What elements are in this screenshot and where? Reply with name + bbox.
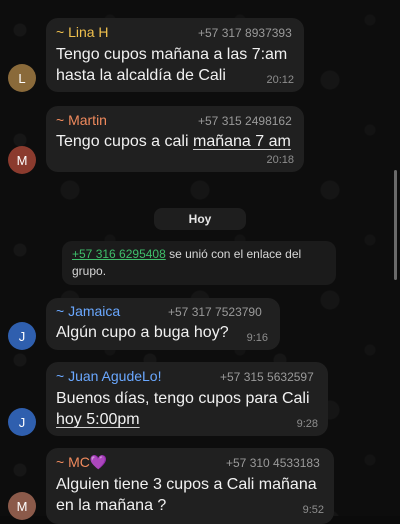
system-text: se unió con el enlace del (165, 247, 302, 261)
message-text-line: Alguien tiene 3 cupos a Cali mañana (56, 476, 317, 493)
sender-name[interactable]: ~ Juan AgudeLo! (56, 368, 162, 384)
message-text-line: en la mañana ? (56, 497, 167, 514)
sender-name[interactable]: ~ MC💜 (56, 454, 107, 471)
message-time: 9:28 (296, 418, 318, 430)
message-bubble[interactable]: ~ MC💜 +57 310 4533183 Alguien tiene 3 cu… (46, 448, 334, 524)
avatar[interactable]: L (8, 64, 36, 92)
message-bubble[interactable]: ~ Juan AgudeLo! +57 315 5632597 Buenos d… (46, 362, 328, 436)
sender-phone[interactable]: +57 315 2498162 (198, 114, 292, 128)
message-text-line: Tengo cupos mañana a las 7:am (56, 46, 288, 63)
message-time: 20:12 (266, 74, 294, 86)
message-time: 9:16 (246, 332, 268, 344)
sender-phone[interactable]: +57 315 5632597 (220, 370, 314, 384)
avatar[interactable]: M (8, 146, 36, 174)
system-phone-link[interactable]: +57 316 6295408 (72, 247, 166, 261)
scrollbar[interactable] (394, 170, 397, 280)
sender-name[interactable]: ~ Martin (56, 112, 107, 128)
sender-phone[interactable]: +57 310 4533183 (226, 456, 320, 470)
sender-phone[interactable]: +57 317 7523790 (168, 305, 262, 319)
message-bubble[interactable]: ~ Martin +57 315 2498162 Tengo cupos a c… (46, 106, 304, 172)
message-bubble[interactable]: ~ Jamaica +57 317 7523790 Algún cupo a b… (46, 298, 280, 350)
purple-heart-icon: 💜 (89, 454, 108, 470)
message-time: 20:18 (266, 154, 294, 166)
date-divider: Hoy (154, 208, 246, 230)
message-time: 9:52 (302, 504, 324, 516)
message-bubble[interactable]: ~ Lina H +57 317 8937393 Tengo cupos mañ… (46, 18, 304, 92)
message-text-line: Tengo cupos a cali mañana 7 am (56, 131, 291, 152)
system-message: +57 316 6295408 se unió con el enlace de… (62, 241, 336, 285)
sender-phone[interactable]: +57 317 8937393 (198, 26, 292, 40)
avatar[interactable]: J (8, 408, 36, 436)
avatar[interactable]: J (8, 322, 36, 350)
message-text-line: Buenos días, tengo cupos para Cali (56, 390, 310, 407)
message-text-line: hasta la alcaldía de Cali (56, 67, 226, 84)
sender-name[interactable]: ~ Jamaica (56, 303, 120, 319)
system-text: grupo. (72, 264, 107, 278)
message-text: Tengo cupos a cali (56, 133, 193, 150)
date-link[interactable]: mañana 7 am (193, 133, 291, 150)
sender-name-text: ~ MC (56, 454, 90, 470)
message-text: Algún cupo a buga hoy? (56, 324, 229, 341)
sender-name[interactable]: ~ Lina H (56, 24, 109, 40)
time-link[interactable]: hoy 5:00pm (56, 409, 140, 430)
